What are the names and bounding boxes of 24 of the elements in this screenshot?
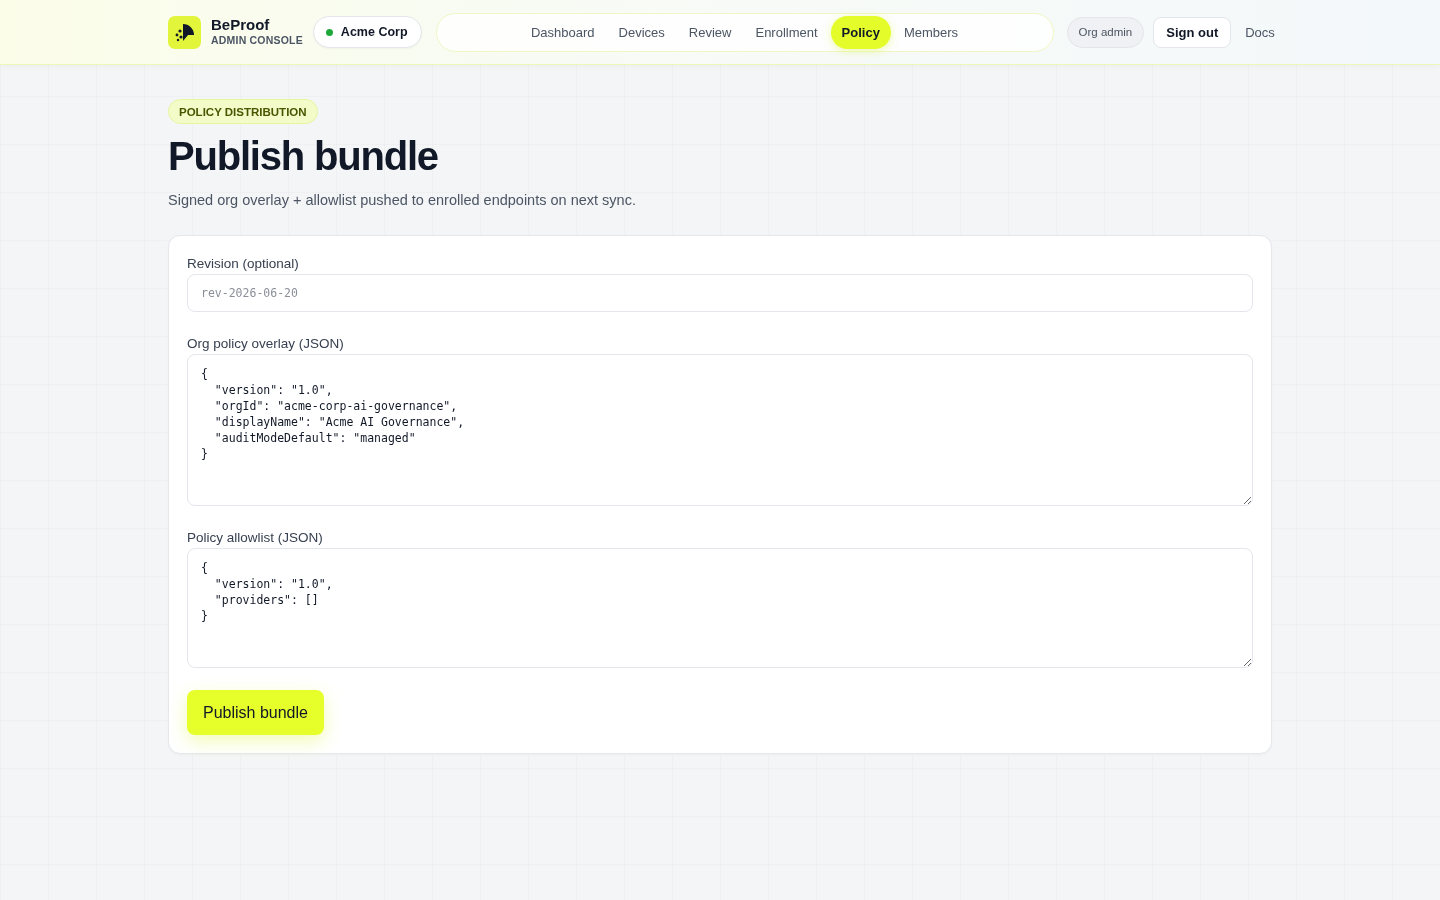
section-tag: POLICY DISTRIBUTION: [168, 99, 318, 124]
publish-button[interactable]: Publish bundle: [187, 690, 324, 735]
nav-tab[interactable]: Members: [892, 15, 970, 49]
sign-out-button[interactable]: Sign out: [1153, 16, 1232, 48]
field-label: Revision (optional): [187, 256, 300, 271]
docs-link[interactable]: Docs: [1245, 24, 1275, 40]
page-subtitle: Signed org overlay + allowlist pushed to enrolled endpoints on next sync.: [168, 192, 636, 208]
org-switcher[interactable]: Acme Corp: [312, 16, 422, 48]
status-dot-icon: [325, 28, 333, 36]
role-badge: Org admin: [1066, 16, 1145, 48]
nav-tab[interactable]: Review: [677, 15, 743, 49]
nav-tab[interactable]: Devices: [607, 15, 676, 49]
page-title: Publish bundle: [168, 134, 438, 178]
field-label: Org policy overlay (JSON): [187, 336, 345, 351]
text-input-field[interactable]: rev-2026-06-20: [187, 274, 1253, 312]
nav-tab[interactable]: Dashboard: [520, 15, 606, 49]
field-label: Policy allowlist (JSON): [187, 530, 324, 545]
brand-name: BeProof: [211, 16, 271, 34]
json-textarea-field[interactable]: { "version": "1.0", "orgId": "acme-corp-ai-governance", "displayName": "Acme AI Governance", "auditModeDefault": "managed" }: [187, 354, 1253, 506]
logo-icon: [168, 15, 201, 49]
json-textarea-field[interactable]: { "version": "1.0", "providers": [] }: [187, 548, 1253, 668]
nav-tab[interactable]: Enrollment: [744, 15, 829, 49]
nav-tab[interactable]: Policy: [830, 15, 891, 49]
brand-subtitle: ADMIN CONSOLE: [211, 35, 303, 47]
